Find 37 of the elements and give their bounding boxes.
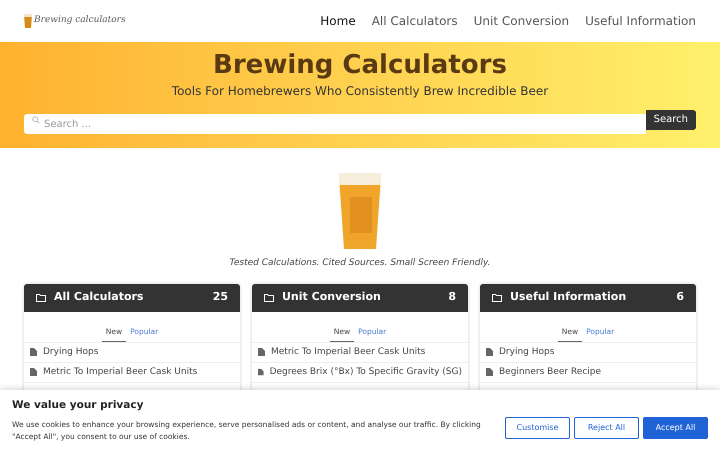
- hero-title: Brewing Calculators: [213, 49, 507, 82]
- document-icon: [30, 368, 37, 376]
- item-count: 8: [448, 289, 456, 306]
- search-field[interactable]: Search ...: [24, 114, 646, 134]
- cookie-button[interactable]: Customise: [505, 417, 570, 439]
- list-link[interactable]: Degrees Brix (°Bx) To Specific Gravity (SG): [252, 362, 468, 383]
- list-link[interactable]: Metric To Imperial Beer Cask Units: [24, 362, 240, 383]
- folder-icon: [492, 294, 502, 302]
- document-icon: [258, 348, 265, 356]
- list-link[interactable]: Metric To Imperial Beer Cask Units: [252, 342, 468, 363]
- item-count: 6: [676, 289, 684, 306]
- card-title: Unit Conversion: [282, 289, 381, 306]
- list-link[interactable]: Drying Hops: [24, 342, 240, 363]
- nav-link[interactable]: Useful Information: [585, 12, 696, 30]
- document-icon: [486, 368, 493, 376]
- document-icon: [486, 348, 493, 356]
- hero-subtitle: Tools For Homebrewers Who Consistently Brew Incredible Beer: [172, 82, 548, 100]
- folder-icon: [264, 294, 274, 302]
- cookie-title: We value your privacy: [12, 398, 144, 413]
- cookie-button[interactable]: Reject All: [574, 417, 639, 439]
- document-icon: [30, 348, 37, 356]
- tagline: Tested Calculations. Cited Sources. Small Screen Friendly.: [230, 257, 490, 270]
- document-icon: [258, 368, 264, 376]
- nav-link[interactable]: Unit Conversion: [474, 12, 570, 30]
- nav-link[interactable]: All Calculators: [372, 12, 458, 30]
- item-count: 25: [212, 289, 228, 306]
- list-link[interactable]: Drying Hops: [480, 342, 696, 363]
- nav-link[interactable]: Home: [320, 12, 356, 30]
- site-logo[interactable]: Brewing calculators: [34, 14, 126, 28]
- cookie-button[interactable]: Accept All: [643, 417, 708, 439]
- list-link[interactable]: Beginners Beer Recipe: [480, 362, 696, 383]
- search-button[interactable]: Search: [646, 110, 696, 130]
- card-title: All Calculators: [54, 289, 144, 306]
- card-title: Useful Information: [510, 289, 626, 306]
- beer-glass-icon: [24, 14, 32, 28]
- search-icon: [32, 116, 40, 124]
- folder-icon: [36, 294, 46, 302]
